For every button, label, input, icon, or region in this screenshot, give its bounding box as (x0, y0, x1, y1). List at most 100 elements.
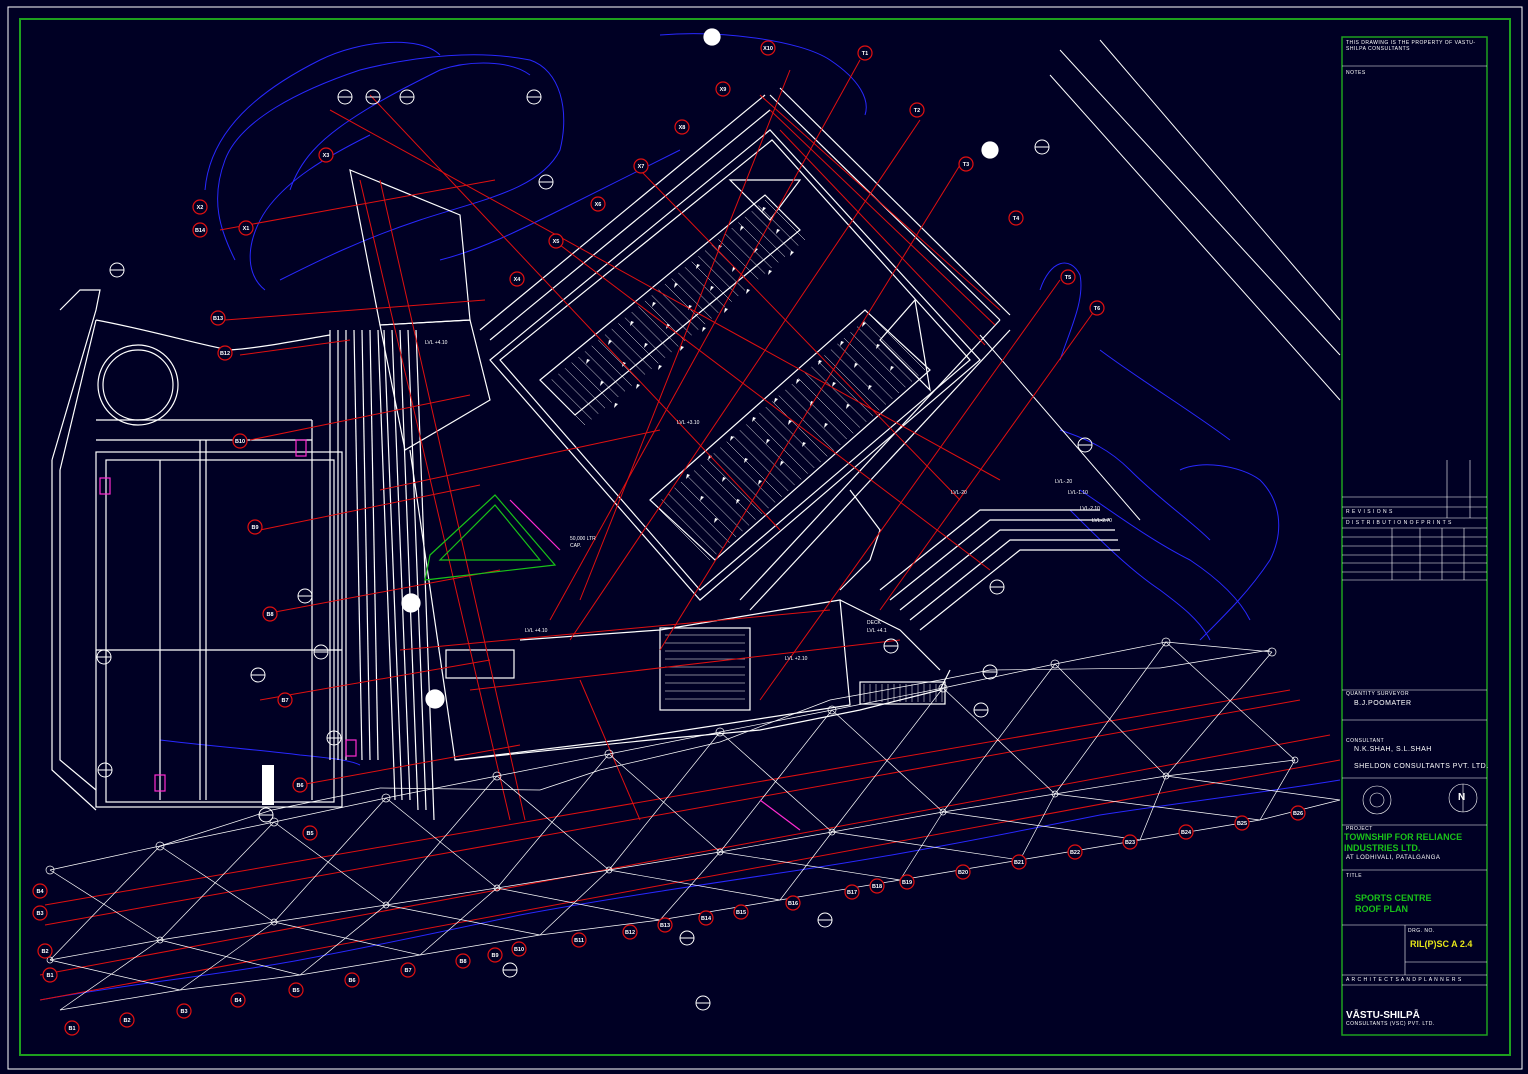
truss-diagonal (942, 687, 1056, 795)
section-marker (538, 174, 554, 190)
section-marker (97, 762, 113, 778)
truss-diagonal (496, 775, 610, 871)
truss-diagonal (159, 845, 275, 923)
roof-stripe (654, 504, 711, 561)
roof-stripe (804, 372, 861, 428)
roof-stripe (744, 216, 786, 257)
section-marker (502, 962, 518, 978)
section-marker (1077, 437, 1093, 453)
grid-bubble-b10: B10 (511, 941, 527, 957)
truss-diagonal (273, 821, 387, 906)
roof-stripe (746, 424, 802, 480)
section-marker (695, 995, 711, 1011)
svg-text:B8: B8 (266, 612, 273, 618)
svg-text:B26: B26 (1293, 811, 1303, 817)
truss-peak-line (379, 787, 541, 791)
consultant-1: N.K.SHAH, S.L.SHAH (1354, 746, 1432, 753)
grid-bubble-t6: T6 (1089, 300, 1105, 316)
grid-bubble-x8: X8 (674, 119, 690, 135)
drainage-arrow (774, 398, 778, 403)
section-marker (96, 649, 112, 665)
drainage-arrow (840, 341, 844, 346)
north-arrow-label: N (1458, 792, 1466, 803)
roof-stripe (843, 337, 900, 394)
roof-stripe (584, 351, 626, 392)
roof-stripe (564, 368, 606, 409)
grid-bubble-b26: B26 (1290, 805, 1306, 821)
roof-stripe (618, 323, 659, 364)
grid-bubble-x1: X1 (238, 220, 254, 236)
truss-diagonal (496, 753, 610, 889)
grid-bubble-left-b9: B9 (247, 519, 263, 535)
truss-diagonal (299, 904, 387, 976)
drainage-arrow (740, 226, 744, 231)
section-marker (109, 262, 125, 278)
svg-text:T5: T5 (1065, 275, 1071, 281)
drawing-sheet: B1 B2 B3 B4 B5 B6 B7 B8 B9 B10 B11 B12 B13 B14 B15 B16 B… (0, 0, 1528, 1074)
svg-text:B7: B7 (281, 698, 288, 704)
roof-stripe (551, 379, 592, 420)
roof-stripe (718, 239, 759, 280)
drainage-arrow (674, 283, 678, 288)
drainage-arrow (876, 344, 880, 349)
firm-name: VĀSTU-SHILPĀ (1346, 1010, 1420, 1021)
truss-diagonal (49, 959, 181, 991)
drainage-arrow (890, 366, 894, 371)
svg-text:B7: B7 (404, 968, 411, 974)
svg-text:B1: B1 (68, 1026, 75, 1032)
svg-text:B5: B5 (292, 988, 299, 994)
grid-bubble-left-b3: B3 (32, 905, 48, 921)
firm-subtitle: CONSULTANTS (VSC) PVT. LTD. (1346, 1021, 1435, 1027)
grid-bubble-left-b7: B7 (277, 692, 293, 708)
title-label: TITLE (1346, 873, 1363, 879)
svg-text:T2: T2 (914, 108, 920, 114)
drainage-arrow (636, 384, 640, 389)
tank-capacity-label: CAP. (570, 543, 581, 549)
truss-mid-chord (49, 759, 1296, 961)
section-marker (258, 807, 274, 823)
truss-peak-line (539, 769, 601, 791)
section-marker (526, 89, 542, 105)
section-marker (982, 664, 998, 680)
level-label: LVL-1.10 (1068, 490, 1088, 496)
red-gridlines (39, 59, 1341, 1001)
grid-bubble-b1: B1 (64, 1020, 80, 1036)
roof-stripe (772, 401, 828, 457)
grid-bubble-b12: B12 (622, 924, 638, 940)
drainage-arrow (630, 321, 634, 326)
roof-stripe (837, 343, 893, 399)
drainage-arrow (700, 496, 704, 501)
roof-stripe (778, 395, 834, 451)
roof-stripe (830, 349, 887, 405)
grid-bubble-b11: B11 (571, 932, 587, 948)
svg-text:B20: B20 (958, 870, 968, 876)
grid-bubble-b6: B6 (344, 972, 360, 988)
svg-text:X7: X7 (638, 164, 645, 170)
grid-bubble-left-b5: B5 (302, 825, 318, 841)
grid-bubble-b25: B25 (1234, 815, 1250, 831)
svg-text:X1: X1 (243, 226, 250, 232)
truss-diagonal (159, 821, 275, 941)
truss-diagonal (59, 939, 161, 1011)
drainage-arrow (776, 229, 780, 234)
consultant-label: CONSULTANT (1346, 738, 1385, 744)
drg-no-label: DRG. NO. (1408, 928, 1435, 934)
truss-diagonal (1165, 651, 1273, 777)
svg-text:B13: B13 (660, 923, 670, 929)
architects-label: A R C H I T E C T S A N D P L A N N E R … (1346, 977, 1462, 983)
grid-bubble-t5: T5 (1060, 269, 1076, 285)
truss-diagonal (608, 753, 721, 853)
grid-bubble-b2: B2 (119, 1012, 135, 1028)
svg-text:X4: X4 (514, 277, 522, 283)
truss-peak-line (1159, 649, 1271, 669)
roof-stripe (817, 360, 874, 417)
svg-text:B24: B24 (1181, 830, 1192, 836)
sheet-title-line2: ROOF PLAN (1355, 904, 1408, 914)
grid-bubble-b3: B3 (176, 1003, 192, 1019)
roof-stripe (726, 441, 782, 497)
grid-bubble-x9: X9 (715, 81, 731, 97)
truss-diagonal (719, 731, 833, 833)
grid-bubble-b24: B24 (1178, 824, 1194, 840)
drainage-arrow (730, 436, 734, 441)
section-marker (297, 588, 313, 604)
